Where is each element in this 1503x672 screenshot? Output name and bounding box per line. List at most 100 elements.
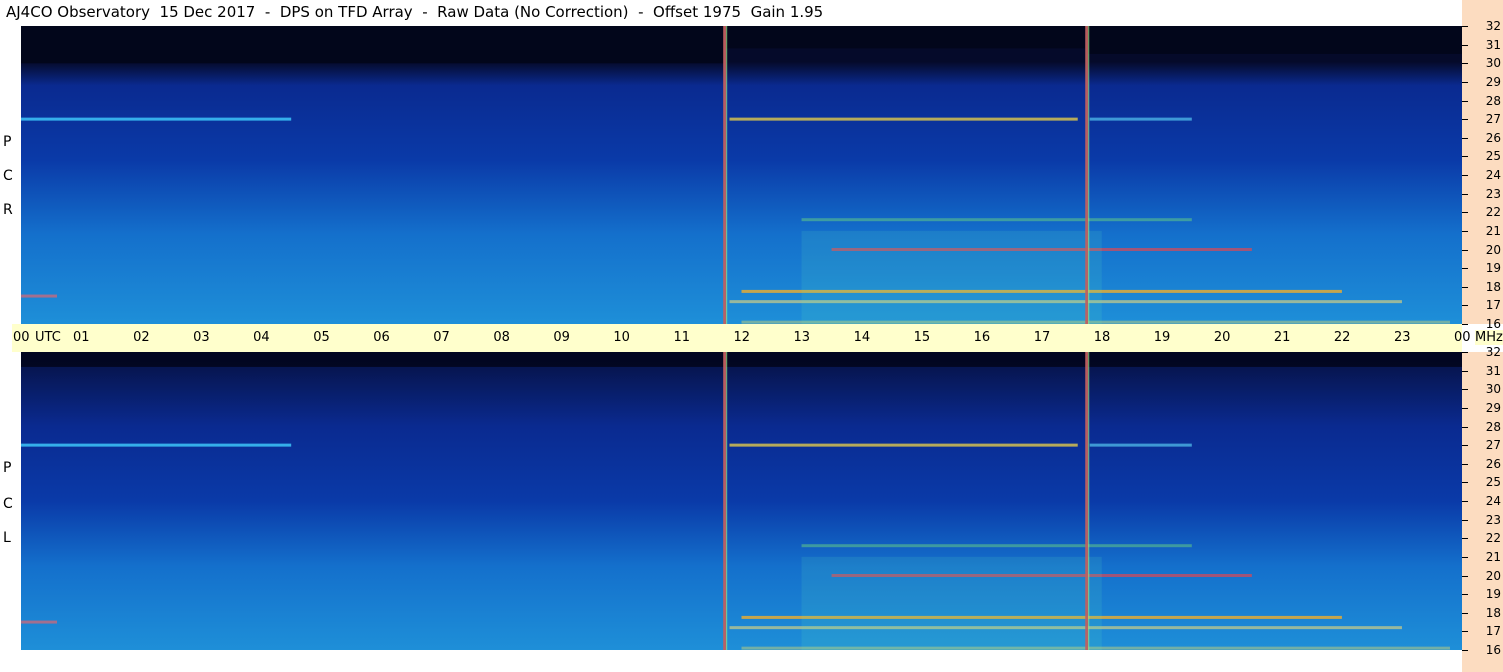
rcp-freq-label: 21 xyxy=(1485,223,1501,238)
utc-tick-label: 08 xyxy=(493,330,510,345)
rcp-freq-tick xyxy=(1462,212,1468,214)
lcp-freq-label: 29 xyxy=(1485,400,1501,415)
lcp-freq-tick xyxy=(1462,594,1468,596)
rcp-freq-label: 16 xyxy=(1485,317,1501,331)
rcp-freq-label: 28 xyxy=(1485,93,1501,108)
rcp-freq-tick xyxy=(1462,324,1468,325)
rcp-freq-label: 27 xyxy=(1485,112,1501,127)
rcp-background xyxy=(21,26,1462,324)
utc-tick-label: 04 xyxy=(253,330,270,345)
rcp-freq-label: 24 xyxy=(1485,168,1501,182)
lcp-freq-tick xyxy=(1462,463,1468,465)
utc-tick-label: 05 xyxy=(313,330,330,345)
rcp-marker-edge-1 xyxy=(1088,26,1090,324)
rcp-freq-label: 23 xyxy=(1485,186,1501,201)
rcp-letter-c: C xyxy=(3,168,13,184)
utc-tick-label: 17 xyxy=(1033,330,1051,345)
rcp-night-region-right xyxy=(1086,26,1462,54)
rcp-haze xyxy=(801,230,1102,324)
lcp-freq-tick xyxy=(1462,575,1468,577)
left-margin xyxy=(0,650,21,672)
lcp-freq-tick xyxy=(1462,556,1468,558)
lcp-background xyxy=(21,352,1462,650)
lcp-freq-tick xyxy=(1462,445,1468,447)
rcp-freq-label: 31 xyxy=(1485,37,1501,52)
lcp-freq-tick xyxy=(1462,482,1468,484)
utc-tick-label: 10 xyxy=(613,330,630,345)
lcp-marker-0 xyxy=(723,352,727,650)
lcp-freq-label: 18 xyxy=(1485,605,1501,620)
lcp-freq-label: 32 xyxy=(1485,345,1501,359)
lcp-freq-tick xyxy=(1462,501,1468,502)
utc-tick-label: 19 xyxy=(1153,330,1171,345)
lcp-freq-tick xyxy=(1462,407,1468,409)
rcp-marker-edge-0 xyxy=(726,26,728,324)
lcp-freq-tick xyxy=(1462,538,1468,540)
rcp-night-region-left xyxy=(21,26,725,64)
lcp-freq-label: 21 xyxy=(1485,549,1501,564)
utc-tick-label: 03 xyxy=(193,330,210,345)
lcp-band-8 xyxy=(21,620,58,624)
lcp-freq-label: 17 xyxy=(1485,624,1501,639)
rcp-freq-tick xyxy=(1462,81,1468,83)
rcp-freq-label: 29 xyxy=(1485,74,1501,89)
utc-tick-label: 06 xyxy=(373,330,390,345)
rcp-freq-tick xyxy=(1462,249,1468,251)
utc-tick-label: 21 xyxy=(1273,330,1291,345)
rcp-freq-tick xyxy=(1462,305,1468,307)
rcp-freq-label: 30 xyxy=(1485,56,1501,71)
lcp-freq-label: 30 xyxy=(1485,382,1501,397)
utc-tick-label: 16 xyxy=(973,330,991,345)
lcp-freq-label: 23 xyxy=(1485,512,1501,527)
rcp-band-0 xyxy=(21,117,292,121)
utc-tick-label: 18 xyxy=(1093,330,1111,345)
rcp-spectrogram-svg xyxy=(21,26,1462,324)
lcp-band-6 xyxy=(801,544,1192,548)
lcp-band-0 xyxy=(21,443,292,447)
rcp-freq-label: 20 xyxy=(1485,242,1501,257)
rcp-band-8 xyxy=(21,294,58,298)
rcp-freq-tick xyxy=(1462,44,1468,46)
lcp-freq-tick xyxy=(1462,426,1468,428)
utc-tick-label: 13 xyxy=(793,330,811,345)
utc-axis-label: UTC xyxy=(35,330,61,345)
rcp-marker-0 xyxy=(723,26,727,324)
lcp-freq-label: 25 xyxy=(1485,475,1501,490)
lcp-freq-tick xyxy=(1462,612,1468,614)
utc-tick-label: 00 xyxy=(13,330,30,345)
rcp-freq-tick xyxy=(1462,26,1468,27)
rcp-freq-label: 26 xyxy=(1485,130,1501,145)
lcp-freq-label: 27 xyxy=(1485,438,1501,453)
rcp-band-6 xyxy=(801,218,1192,222)
utc-tick-label: 00 xyxy=(1454,330,1471,345)
rcp-freq-tick xyxy=(1462,100,1468,102)
lcp-spectrogram xyxy=(21,352,1462,650)
lcp-marker-edge-0 xyxy=(726,352,728,650)
utc-tick-label: 20 xyxy=(1213,330,1231,345)
utc-tick-label: 12 xyxy=(733,330,751,345)
rcp-freq-label: 18 xyxy=(1485,279,1501,294)
rcp-freq-label: 17 xyxy=(1485,298,1501,313)
rcp-letter-r: R xyxy=(3,202,13,218)
lcp-freq-tick xyxy=(1462,389,1468,391)
rcp-freq-label: 32 xyxy=(1485,19,1501,33)
rcp-freq-tick xyxy=(1462,175,1468,176)
utc-time-axis: 00 UTC 01 02 03 04 05 06 07 08 09 10 11 12 13 14 15 16 17 1… xyxy=(12,324,1471,352)
rcp-frequency-axis: 32 31 30 29 28 27 26 25 24 23 22 21 20 19 18 17 16 xyxy=(1462,20,1503,330)
lcp-band-2 xyxy=(1089,443,1192,447)
lcp-band-1 xyxy=(729,443,1078,447)
rcp-freq-tick xyxy=(1462,230,1468,232)
utc-tick-label: 07 xyxy=(433,330,450,345)
lcp-letter-c: C xyxy=(3,496,13,512)
utc-tick-label: 11 xyxy=(673,330,690,345)
lcp-freq-tick xyxy=(1462,352,1468,353)
rcp-freq-tick xyxy=(1462,119,1468,121)
mhz-unit-label: MHz xyxy=(1475,330,1503,345)
utc-tick-label: 23 xyxy=(1393,330,1411,345)
rcp-freq-tick xyxy=(1462,63,1468,65)
rcp-freq-tick xyxy=(1462,286,1468,288)
utc-tick-label: 15 xyxy=(913,330,931,345)
utc-tick-label: 22 xyxy=(1333,330,1351,345)
utc-tick-label: 09 xyxy=(553,330,570,345)
rcp-marker-1 xyxy=(1085,26,1089,324)
